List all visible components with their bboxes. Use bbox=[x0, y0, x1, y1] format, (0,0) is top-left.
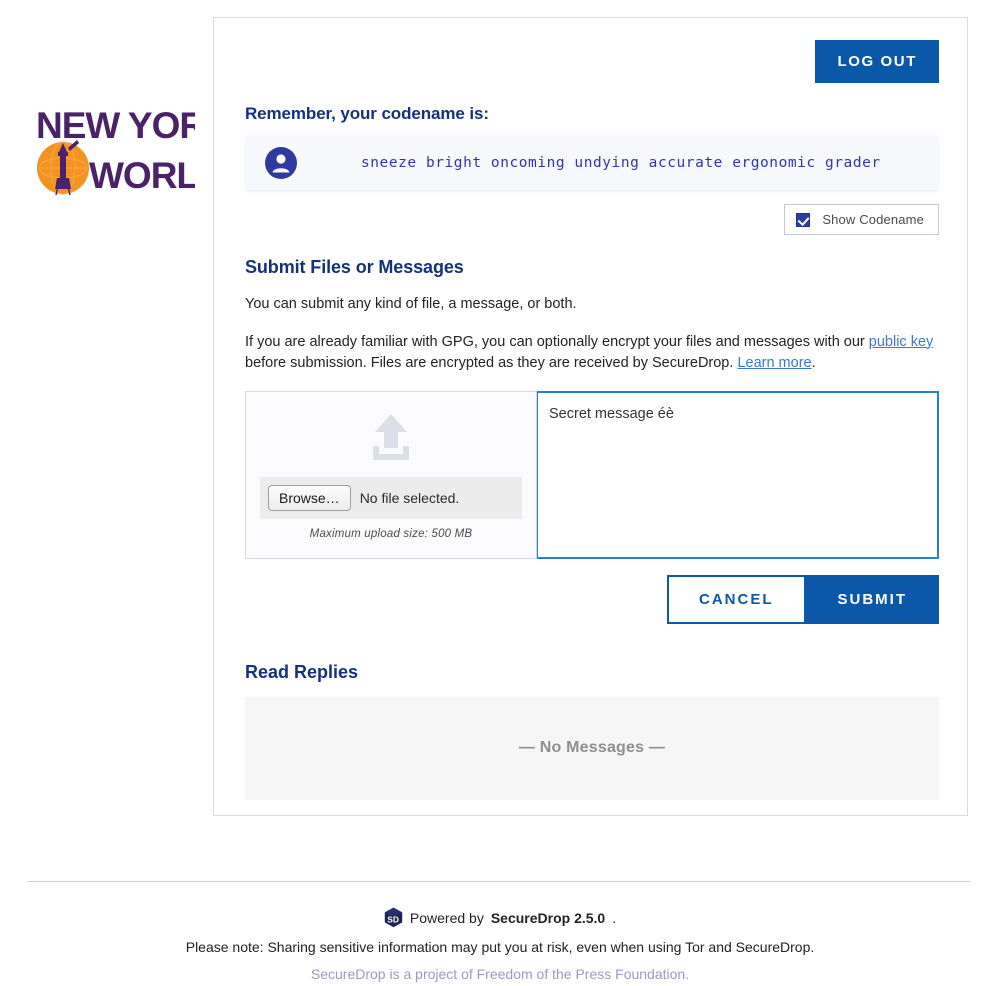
submit-button[interactable]: SUBMIT bbox=[805, 574, 939, 624]
max-upload-size-text: Maximum upload size: 500 MB bbox=[309, 527, 473, 540]
page-footer: SD Powered by SecureDrop 2.5.0. Please n… bbox=[0, 907, 1000, 982]
securedrop-cube-icon: SD bbox=[384, 907, 403, 928]
replies-panel: — No Messages — bbox=[245, 696, 939, 800]
codename-label: Remember, your codename is: bbox=[245, 104, 489, 123]
user-avatar-icon bbox=[265, 146, 297, 179]
logout-button[interactable]: LOG OUT bbox=[815, 40, 939, 83]
file-status-text: No file selected. bbox=[359, 489, 460, 506]
powered-suffix: . bbox=[612, 909, 617, 926]
show-codename-toggle[interactable]: Show Codename bbox=[784, 204, 939, 235]
show-codename-row: Show Codename bbox=[245, 204, 939, 235]
powered-by-line: SD Powered by SecureDrop 2.5.0. bbox=[0, 907, 1000, 928]
show-codename-label: Show Codename bbox=[822, 212, 924, 227]
file-upload-zone[interactable]: Browse… No file selected. Maximum upload… bbox=[245, 390, 537, 559]
browse-button[interactable]: Browse… bbox=[268, 484, 351, 511]
gpg-text-middle: before submission. Files are encrypted a… bbox=[245, 355, 738, 371]
cancel-button[interactable]: CANCEL bbox=[667, 574, 806, 624]
svg-text:SD: SD bbox=[387, 914, 399, 924]
show-codename-checkbox[interactable] bbox=[796, 212, 811, 227]
form-actions: CANCEL SUBMIT bbox=[245, 574, 939, 624]
file-input-row[interactable]: Browse… No file selected. bbox=[260, 476, 522, 519]
svg-text:WORLD: WORLD bbox=[89, 155, 195, 196]
footer-risk-note: Please note: Sharing sensitive informati… bbox=[185, 939, 815, 955]
gpg-text-before: If you are already familiar with GPG, yo… bbox=[245, 333, 869, 350]
powered-prefix: Powered by bbox=[409, 909, 484, 926]
header-actions: LOG OUT bbox=[245, 40, 939, 83]
no-messages-text: — No Messages — bbox=[518, 739, 666, 756]
securedrop-source-page: NEW YORK WORLD bbox=[0, 0, 1000, 986]
securedrop-version: SecureDrop 2.5.0 bbox=[490, 909, 606, 926]
message-textarea[interactable] bbox=[536, 390, 939, 559]
submit-section-heading: Submit Files or Messages bbox=[245, 257, 464, 277]
learn-more-link[interactable]: Learn more bbox=[737, 355, 811, 371]
footer-divider bbox=[28, 881, 970, 882]
submission-form: Browse… No file selected. Maximum upload… bbox=[245, 390, 939, 559]
codename-display: sneeze bright oncoming undying accurate … bbox=[245, 135, 939, 190]
codename-value: sneeze bright oncoming undying accurate … bbox=[361, 154, 881, 171]
footer-attribution: SecureDrop is a project of Freedom of th… bbox=[310, 966, 690, 982]
submit-intro-text: You can submit any kind of file, a messa… bbox=[245, 296, 577, 312]
public-key-link[interactable]: public key bbox=[869, 334, 933, 350]
main-content-panel: LOG OUT Remember, your codename is: snee… bbox=[213, 17, 968, 816]
upload-arrow-icon bbox=[373, 413, 409, 460]
gpg-text-after: . bbox=[811, 355, 816, 371]
gpg-info-text: If you are already familiar with GPG, yo… bbox=[245, 332, 939, 375]
organization-logo: NEW YORK WORLD bbox=[30, 96, 195, 196]
replies-section-heading: Read Replies bbox=[245, 661, 359, 682]
svg-text:NEW YORK: NEW YORK bbox=[36, 105, 195, 146]
